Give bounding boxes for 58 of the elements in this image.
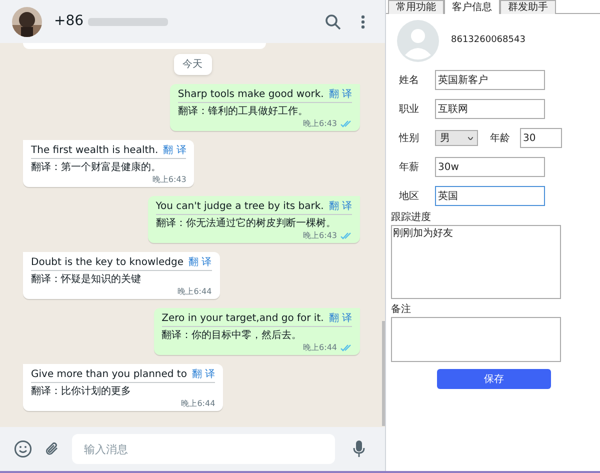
translate-link[interactable]: 翻 译 — [328, 88, 352, 101]
customer-phone: 8613260068543 — [451, 34, 526, 48]
chevron-down-icon — [468, 136, 473, 140]
message-text: You can't judge a tree by its bark. — [156, 200, 324, 213]
translate-link[interactable]: 翻 译 — [328, 200, 352, 213]
search-icon[interactable] — [325, 14, 341, 30]
translation-text: 翻译：第一个财富是健康的。 — [31, 160, 162, 174]
translate-link[interactable]: 翻 译 — [192, 368, 216, 381]
text-field[interactable]: 英国新客户 — [435, 70, 545, 90]
menu-icon[interactable] — [361, 14, 365, 28]
progress-label: 跟踪进度 — [391, 210, 432, 225]
double-check-icon — [340, 232, 352, 240]
translation-text: 翻译：锋利的工具做好工作。 — [178, 104, 309, 118]
notes-label: 备注 — [391, 302, 412, 317]
tab[interactable]: 客户信息 — [444, 0, 500, 14]
message-time: 晚上6:44 — [181, 399, 216, 409]
microphone-icon[interactable] — [353, 440, 365, 458]
field-label: 性别 — [399, 132, 419, 146]
field-label: 年龄 — [490, 132, 510, 146]
field-label: 地区 — [399, 190, 419, 204]
contact-phone: +86 — [54, 12, 84, 31]
field-label: 职业 — [399, 102, 419, 116]
tab[interactable]: 群发助手 — [500, 0, 556, 14]
translation-text: 翻译：怀疑是知识的关键 — [31, 272, 142, 286]
avatar-placeholder-icon — [397, 20, 439, 62]
translation-text: 翻译：你无法通过它的树皮判断一棵树。 — [156, 216, 337, 230]
text-field[interactable]: 30w — [435, 157, 545, 177]
tab[interactable]: 常用功能 — [388, 0, 444, 14]
message-time: 晚上6:43 — [303, 231, 337, 241]
message-time: 晚上6:43 — [152, 175, 186, 185]
progress-textarea[interactable]: 刚刚加为好友 — [391, 225, 561, 299]
message-input[interactable]: 输入消息 — [72, 434, 335, 464]
translate-link[interactable]: 翻 译 — [188, 256, 212, 269]
text-field[interactable]: 互联网 — [435, 99, 545, 119]
translation-text: 翻译：比你计划的更多 — [31, 384, 132, 398]
message-text: Sharp tools make good work. — [178, 88, 324, 101]
scrollbar[interactable] — [382, 321, 385, 426]
smiley-icon[interactable] — [14, 440, 32, 458]
text-field[interactable]: 英国 — [435, 186, 545, 206]
message-text: Give more than you planned to — [31, 368, 187, 381]
gender-select[interactable]: 男 — [435, 130, 478, 146]
double-check-icon — [340, 344, 352, 352]
paperclip-icon[interactable] — [44, 441, 60, 457]
message-time: 晚上6:44 — [303, 343, 337, 353]
message-text: Zero in your target,and go for it. — [162, 312, 324, 325]
message-text: Doubt is the key to knowledge — [31, 256, 184, 269]
text-field[interactable]: 30 — [520, 128, 562, 148]
double-check-icon — [340, 120, 352, 128]
message-time: 晚上6:44 — [178, 287, 212, 297]
translation-text: 翻译：你的目标中零，然后去。 — [162, 328, 303, 342]
translate-link[interactable]: 翻 译 — [328, 312, 352, 325]
save-button[interactable]: 保存 — [437, 369, 551, 389]
field-label: 年薪 — [399, 160, 419, 174]
field-label: 姓名 — [399, 74, 419, 88]
message-time: 晚上6:43 — [303, 119, 337, 129]
translate-link[interactable]: 翻 译 — [163, 144, 186, 157]
message-text: The first wealth is health. — [31, 144, 158, 157]
date-chip: 今天 — [174, 54, 212, 75]
